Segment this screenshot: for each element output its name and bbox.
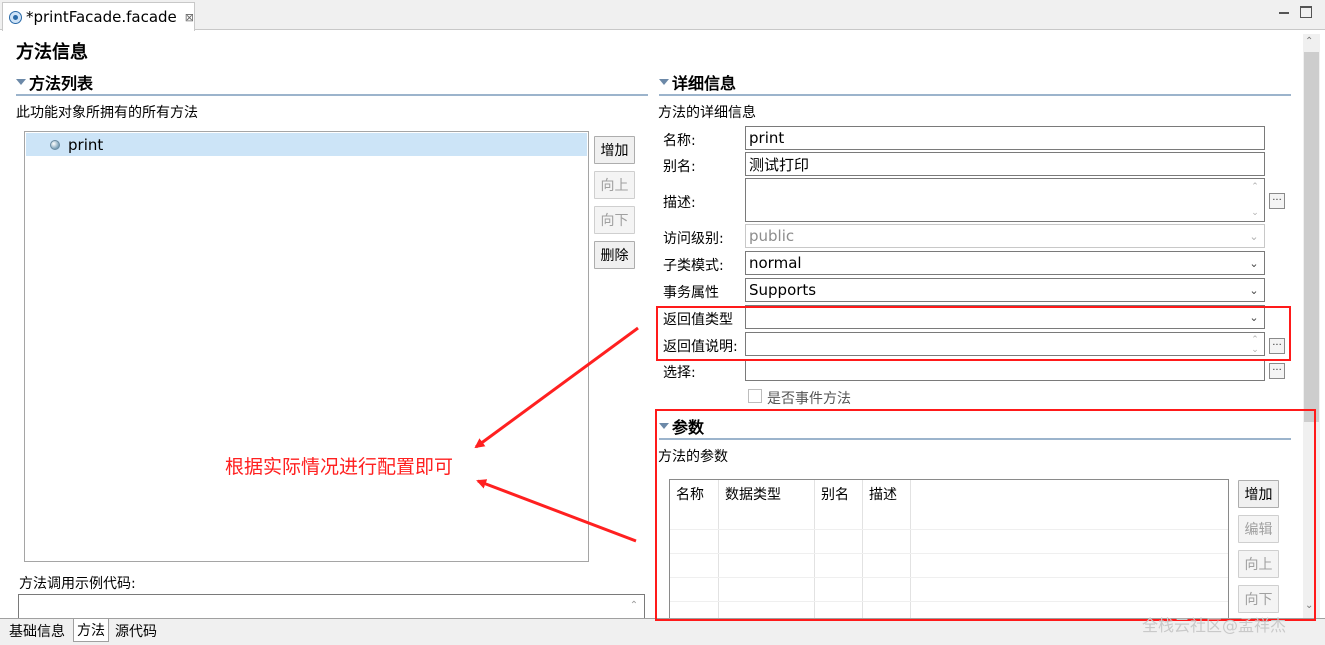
annotation-text: 根据实际情况进行配置即可 bbox=[225, 456, 454, 478]
arrow-to-return-fields bbox=[474, 326, 639, 449]
annotation-arrows bbox=[474, 326, 639, 543]
watermark: 全栈云社区@孟祥杰 bbox=[1142, 616, 1287, 635]
arrow-to-params bbox=[476, 479, 637, 543]
